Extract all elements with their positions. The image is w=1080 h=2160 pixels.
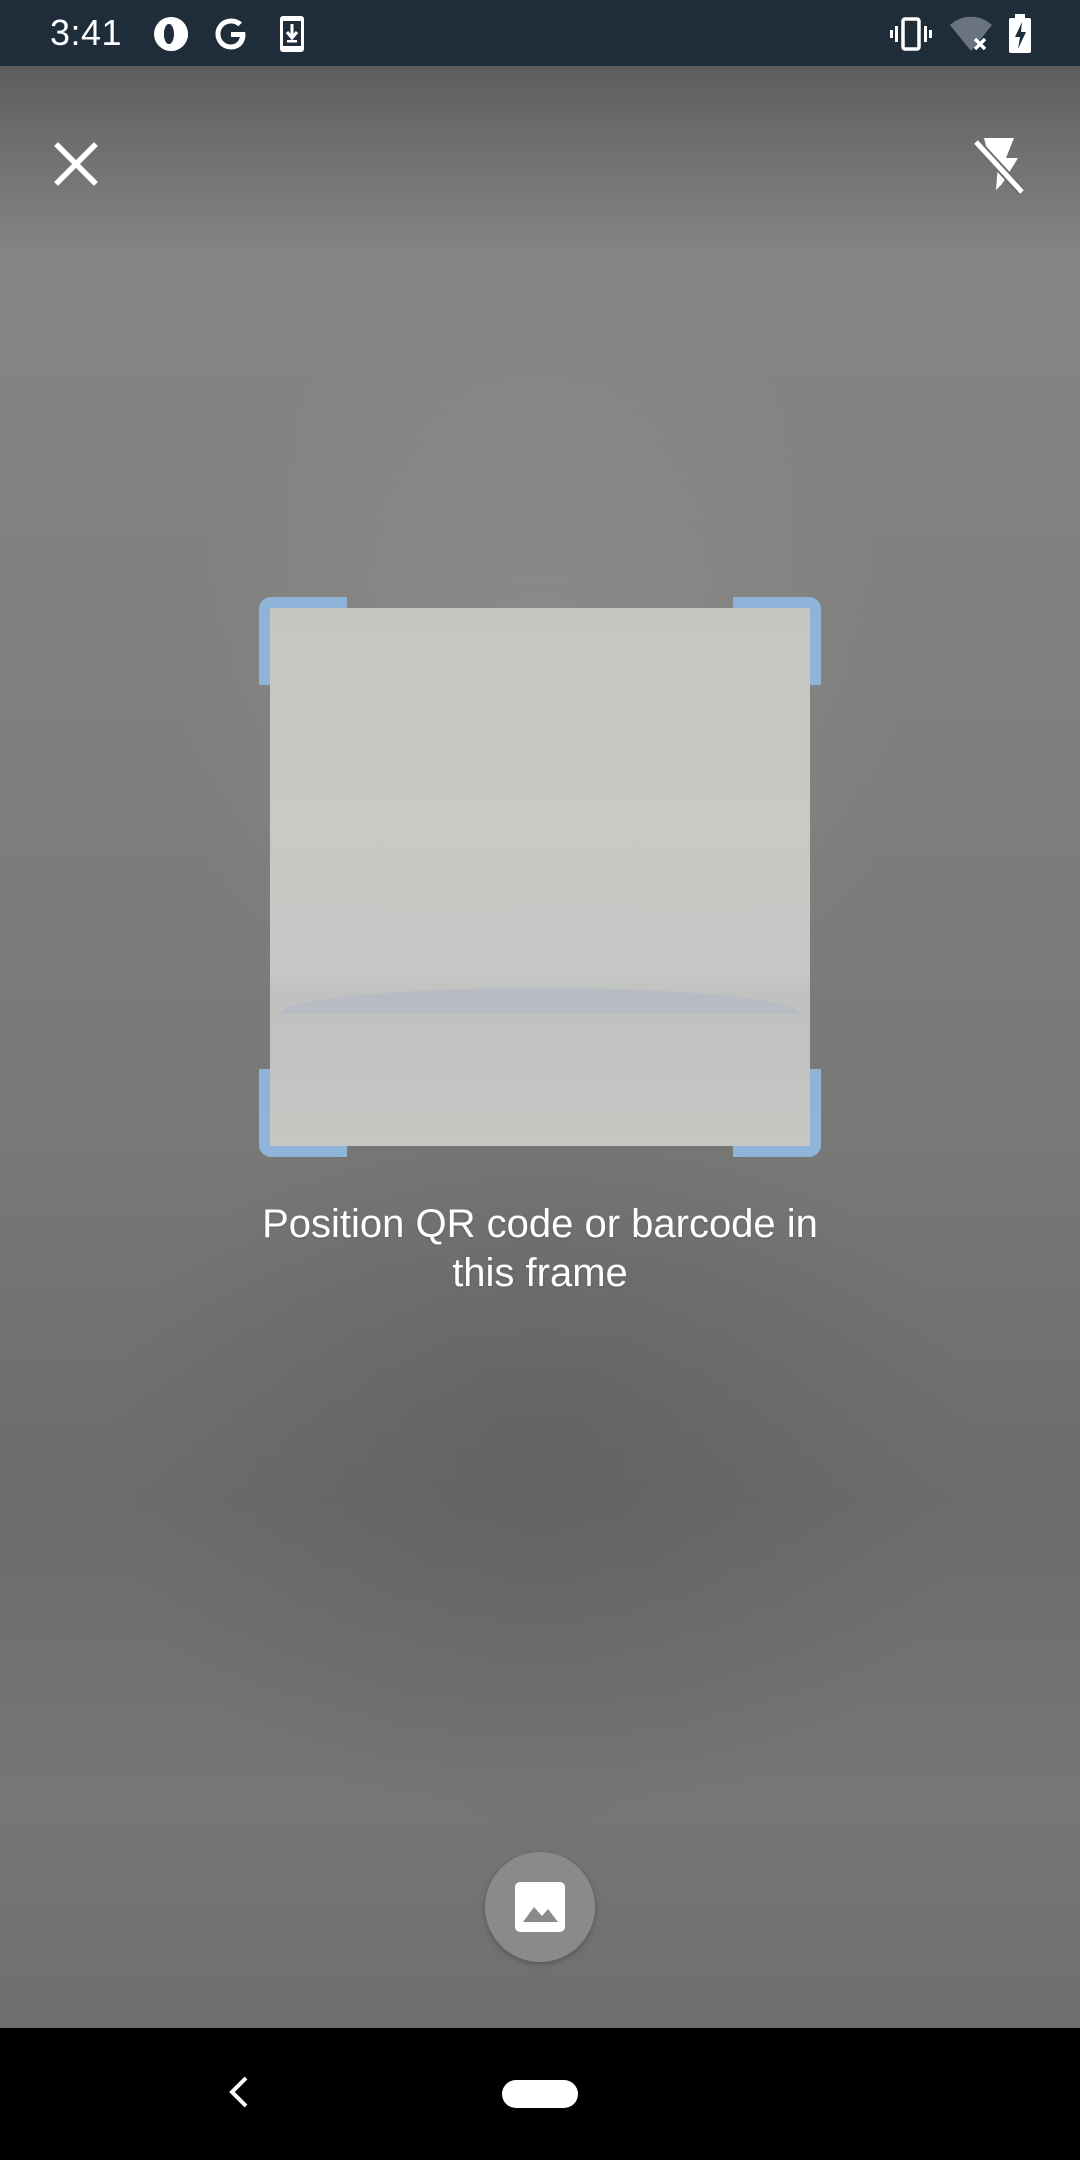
navigation-bar [0,2028,1080,2160]
download-icon [276,13,310,60]
scan-frame-corner-bottom-right [733,1069,821,1157]
scan-frame-corner-top-right [733,597,821,685]
status-time: 3:41 [50,12,123,53]
battery-charging-icon [1006,13,1034,60]
status-bar: 3:41 [0,0,1080,66]
scan-instruction: Position QR code or barcode in this fram… [262,1202,818,1295]
google-icon [210,13,252,60]
back-icon [229,2076,248,2108]
gallery-button[interactable] [485,1852,595,1962]
image-icon [515,1882,565,1932]
flash-off-icon [972,138,1026,196]
vibrate-icon [890,13,932,60]
home-button[interactable] [502,2080,578,2108]
close-button[interactable] [40,128,112,200]
scan-frame-corner-bottom-left [259,1069,347,1157]
scan-frame-area [270,608,810,1146]
opera-icon [150,13,192,60]
wifi-off-icon [948,13,994,60]
scan-frame-shadow [280,988,800,1014]
flash-toggle-button[interactable] [962,128,1038,204]
qr-scanner-screen: 3:41 Position QR code or barcode in this… [0,0,1080,2160]
back-button[interactable] [222,2072,256,2112]
scan-frame-corner-top-left [259,597,347,685]
close-icon [54,142,98,186]
